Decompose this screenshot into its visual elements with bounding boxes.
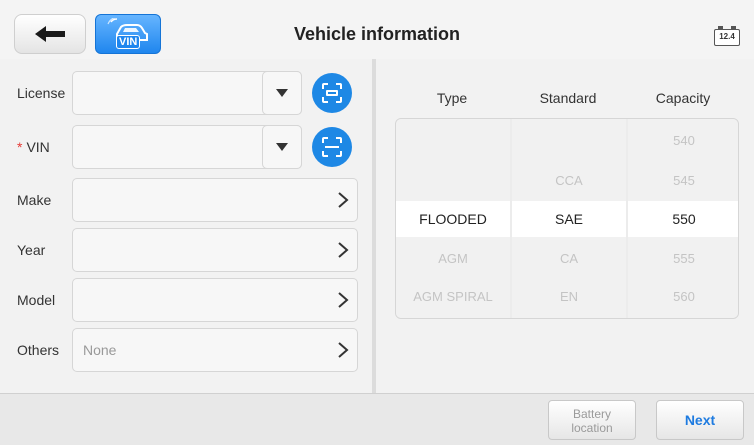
vin-dropdown-button[interactable] — [262, 125, 302, 169]
type-option-selected[interactable]: FLOODED — [396, 201, 510, 237]
type-option[interactable] — [396, 163, 510, 199]
chevron-right-icon — [338, 342, 349, 358]
standard-option[interactable]: CA — [512, 241, 626, 277]
dropdown-triangle-icon — [276, 143, 288, 151]
battery-location-button[interactable]: Battery location — [548, 400, 636, 440]
vin-badge: VIN — [116, 35, 141, 49]
license-scan-button[interactable] — [312, 73, 352, 113]
capacity-option[interactable]: 545 — [628, 163, 738, 199]
type-column-header: Type — [436, 90, 468, 106]
chevron-right-icon — [338, 242, 349, 258]
battery-spec-picker: FLOODED AGM AGM SPIRAL CCA SAE CA EN 540… — [395, 118, 739, 319]
make-label: Make — [17, 192, 52, 208]
chevron-right-icon — [338, 292, 349, 308]
battery-voltage-value: 12.4 — [714, 29, 740, 46]
scan-frame-icon — [322, 137, 342, 157]
chevron-right-icon — [338, 192, 349, 208]
standard-option[interactable]: CCA — [512, 163, 626, 199]
type-picker-column[interactable]: FLOODED AGM AGM SPIRAL — [396, 119, 510, 318]
capacity-picker-column[interactable]: 540 545 550 555 560 — [628, 119, 738, 318]
vin-label: * VIN — [17, 139, 50, 155]
back-arrow-icon — [35, 26, 65, 42]
capacity-column-header: Capacity — [655, 90, 711, 106]
make-row: Make — [0, 178, 372, 222]
standard-picker-column[interactable]: CCA SAE CA EN — [512, 119, 626, 318]
back-button[interactable] — [14, 14, 86, 54]
standard-column-header: Standard — [539, 90, 597, 106]
year-row: Year — [0, 228, 372, 272]
dropdown-triangle-icon — [276, 89, 288, 97]
model-row: Model — [0, 278, 372, 322]
model-selector[interactable] — [72, 278, 358, 322]
top-bar: VIN Vehicle information 12.4 — [0, 0, 754, 68]
type-option[interactable] — [396, 123, 510, 159]
required-mark: * — [17, 139, 23, 155]
capacity-option-selected[interactable]: 550 — [628, 201, 738, 237]
license-row: License — [0, 71, 372, 115]
standard-option-selected[interactable]: SAE — [512, 201, 626, 237]
others-row: Others None — [0, 328, 372, 372]
year-selector[interactable] — [72, 228, 358, 272]
standard-option[interactable]: EN — [512, 279, 626, 315]
capacity-option[interactable]: 540 — [628, 123, 738, 159]
capacity-option[interactable]: 560 — [628, 279, 738, 315]
model-label: Model — [17, 292, 56, 308]
standard-option[interactable] — [512, 123, 626, 159]
type-option[interactable]: AGM SPIRAL — [396, 279, 510, 315]
others-label: Others — [17, 342, 60, 358]
battery-voltage-indicator: 12.4 — [714, 26, 740, 46]
license-label: License — [17, 85, 66, 101]
vin-scan-code-button[interactable] — [312, 127, 352, 167]
vin-scan-button[interactable]: VIN — [95, 14, 161, 54]
make-selector[interactable] — [72, 178, 358, 222]
year-label: Year — [17, 242, 46, 258]
vin-row: * VIN — [0, 125, 372, 169]
next-button[interactable]: Next — [656, 400, 744, 440]
others-selector[interactable]: None — [72, 328, 358, 372]
bottom-bar: Battery location Next — [0, 393, 754, 445]
license-dropdown-button[interactable] — [262, 71, 302, 115]
license-plate-scan-icon — [322, 83, 342, 103]
others-value: None — [83, 342, 117, 358]
capacity-option[interactable]: 555 — [628, 241, 738, 277]
type-option[interactable]: AGM — [396, 241, 510, 277]
